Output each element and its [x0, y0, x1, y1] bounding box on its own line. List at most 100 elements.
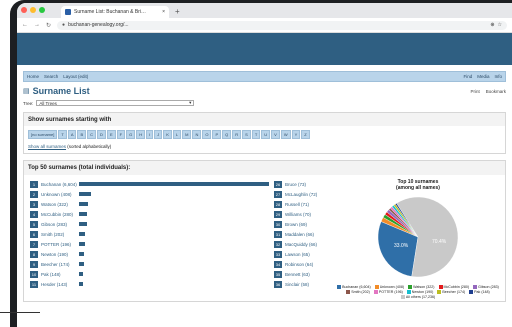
- bookmark-button[interactable]: Bookmark: [486, 89, 506, 94]
- legend-item[interactable]: Newton (190): [406, 290, 433, 294]
- letter-button[interactable]: O: [202, 130, 212, 139]
- surname-link[interactable]: Watson (322): [41, 202, 79, 207]
- surname-bar: [79, 232, 85, 236]
- surname-row: 11 Hesder (143): [30, 279, 269, 289]
- close-window-icon[interactable]: [21, 7, 27, 13]
- letter-button[interactable]: T: [58, 130, 67, 139]
- legend-item[interactable]: Gibson (283): [473, 285, 499, 289]
- legend-item[interactable]: Beecher (174): [437, 290, 465, 294]
- no-surname-button[interactable]: [no surname]: [28, 130, 58, 139]
- surname-link[interactable]: Maddalen (66): [285, 232, 323, 237]
- maximize-window-icon[interactable]: [39, 7, 45, 13]
- menu-home[interactable]: Home: [27, 74, 39, 79]
- browser-tab[interactable]: Surname List: Buchanan & Bri… ×: [61, 6, 169, 18]
- menu-info[interactable]: Info: [494, 74, 502, 79]
- surname-bar: [79, 222, 87, 226]
- surname-rank: 26: [274, 180, 282, 188]
- surname-link[interactable]: Sinclair (58): [285, 282, 323, 287]
- menu-find[interactable]: Find: [463, 74, 472, 79]
- letter-button[interactable]: E: [106, 130, 116, 139]
- legend-label: Unknown (408): [379, 285, 405, 289]
- surname-link[interactable]: POTTER (196): [41, 242, 79, 247]
- surname-link[interactable]: Smith (202): [41, 232, 79, 237]
- legend-item[interactable]: Pak (148): [469, 290, 490, 294]
- surname-link[interactable]: McCubbin (280): [41, 212, 79, 217]
- minimize-window-icon[interactable]: [30, 7, 36, 13]
- surname-link[interactable]: Pak (148): [41, 272, 79, 277]
- legend-item[interactable]: All others (17,236): [400, 295, 435, 299]
- surname-link[interactable]: Lawson (65): [285, 252, 323, 257]
- surname-link[interactable]: Russell (71): [285, 202, 323, 207]
- letter-button[interactable]: U: [261, 130, 271, 139]
- tab-close-icon[interactable]: ×: [162, 9, 165, 15]
- surname-link[interactable]: Unknown (408): [41, 192, 79, 197]
- surname-link[interactable]: Williams (70): [285, 212, 323, 217]
- back-icon[interactable]: ←: [22, 22, 28, 28]
- letter-button[interactable]: Y: [291, 130, 301, 139]
- show-all-suffix: (sorted alphabetically): [66, 144, 112, 149]
- legend-item[interactable]: Smith (202): [346, 290, 370, 294]
- letter-button[interactable]: B: [77, 130, 87, 139]
- surname-link[interactable]: Bruce (73): [285, 182, 323, 187]
- tree-select[interactable]: All Trees ▾: [36, 100, 195, 106]
- surname-bar: [79, 272, 83, 276]
- letter-button[interactable]: J: [154, 130, 163, 139]
- surname-rank: 2: [30, 190, 38, 198]
- legend-item[interactable]: POTTER (196): [373, 290, 403, 294]
- surname-link[interactable]: Beecher (174): [41, 262, 79, 267]
- letter-button[interactable]: K: [163, 130, 172, 139]
- surname-rank: 33: [274, 250, 282, 258]
- forward-icon[interactable]: →: [34, 22, 40, 28]
- legend-swatch: [473, 285, 478, 289]
- legend-item[interactable]: McCubbin (280): [438, 285, 470, 289]
- surname-row: 5 Gibson (283): [30, 219, 269, 229]
- letter-button[interactable]: R: [232, 130, 242, 139]
- menu-media[interactable]: Media: [477, 74, 489, 79]
- surname-row: 35 Bennett (63): [274, 269, 323, 279]
- surname-link[interactable]: Hesder (143): [41, 282, 79, 287]
- letter-button[interactable]: L: [172, 130, 182, 139]
- menu-search[interactable]: Search: [44, 74, 58, 79]
- surname-rank: 1: [30, 180, 38, 188]
- legend-label: Smith (202): [351, 290, 370, 294]
- star-icon[interactable]: ☆: [498, 22, 502, 28]
- surname-link[interactable]: Bennett (63): [285, 272, 323, 277]
- letter-button[interactable]: V: [271, 130, 280, 139]
- reload-icon[interactable]: ↻: [46, 22, 51, 29]
- letter-button[interactable]: D: [97, 130, 106, 139]
- letter-button[interactable]: W: [280, 130, 291, 139]
- menu-layout[interactable]: Layout (edit): [63, 74, 88, 79]
- legend-item[interactable]: Watson (322): [408, 285, 435, 289]
- zoom-icon[interactable]: ⊕: [490, 22, 494, 28]
- surname-link[interactable]: Newton (190): [41, 252, 79, 257]
- surname-link[interactable]: McLaughlin (72): [285, 192, 323, 197]
- new-tab-icon[interactable]: +: [175, 6, 180, 18]
- letter-button[interactable]: H: [136, 130, 146, 139]
- letter-button[interactable]: P: [212, 130, 222, 139]
- surname-row: 36 Sinclair (58): [274, 279, 323, 289]
- address-bar[interactable]: ● buchanan-genealogy.org/... ⊕ ☆: [57, 20, 507, 30]
- legend-item[interactable]: Buchanan (6,604): [337, 285, 371, 289]
- letter-button[interactable]: M: [182, 130, 192, 139]
- letter-button[interactable]: T: [251, 130, 261, 139]
- surname-link[interactable]: Robinson (64): [285, 262, 323, 267]
- surname-link[interactable]: Gibson (283): [41, 222, 79, 227]
- legend-item[interactable]: Unknown (408): [374, 285, 405, 289]
- letter-button[interactable]: G: [126, 130, 136, 139]
- surname-link[interactable]: Buchanan (6,604): [41, 182, 79, 187]
- surname-link[interactable]: MacQuiddy (66): [285, 242, 323, 247]
- legend-label: McCubbin (280): [443, 285, 470, 289]
- letter-button[interactable]: N: [192, 130, 202, 139]
- surname-link[interactable]: Brown (69): [285, 222, 323, 227]
- surname-rank: 28: [274, 200, 282, 208]
- letter-button[interactable]: Z: [301, 130, 310, 139]
- show-all-link[interactable]: Show all surnames: [28, 144, 66, 149]
- letter-button[interactable]: S: [242, 130, 251, 139]
- letter-button[interactable]: C: [87, 130, 97, 139]
- print-button[interactable]: Print: [470, 89, 479, 94]
- letter-button[interactable]: F: [116, 130, 126, 139]
- letter-button[interactable]: I: [146, 130, 154, 139]
- letter-button[interactable]: Q: [222, 130, 232, 139]
- letter-button[interactable]: A: [67, 130, 77, 139]
- surname-row: 28 Russell (71): [274, 199, 323, 209]
